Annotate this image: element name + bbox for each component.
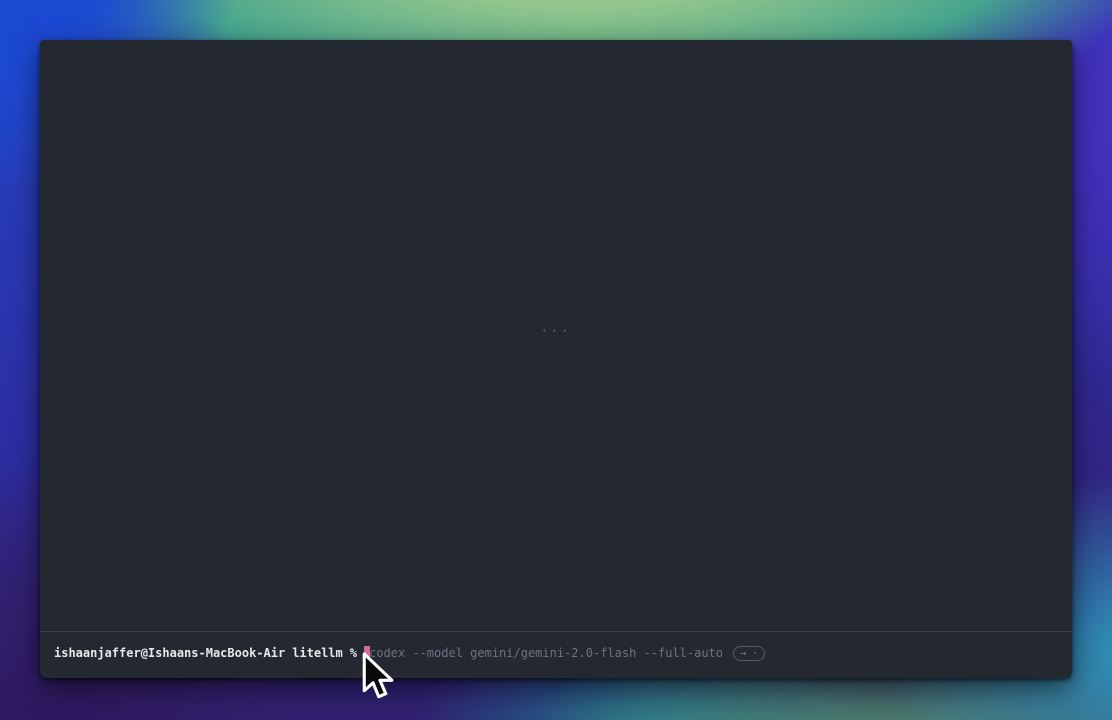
prompt-user-host: ishaanjaffer@Ishaans-MacBook-Air [54, 645, 285, 662]
desktop-wallpaper: ··· ishaanjaffer@Ishaans-MacBook-Air lite… [0, 0, 1112, 720]
loading-indicator: ··· [40, 324, 1072, 338]
autosuggestion-text: codex --model gemini/gemini-2.0-flash --… [369, 645, 723, 662]
accept-suggestion-hint-badge: → · [733, 646, 765, 661]
terminal-window[interactable]: ··· ishaanjaffer@Ishaans-MacBook-Air lite… [40, 40, 1072, 678]
prompt-symbol: % [350, 645, 357, 662]
prompt-directory: litellm [292, 645, 343, 662]
terminal-prompt-line[interactable]: ishaanjaffer@Ishaans-MacBook-Air litellm%… [54, 645, 1062, 662]
terminal-divider [40, 631, 1072, 632]
